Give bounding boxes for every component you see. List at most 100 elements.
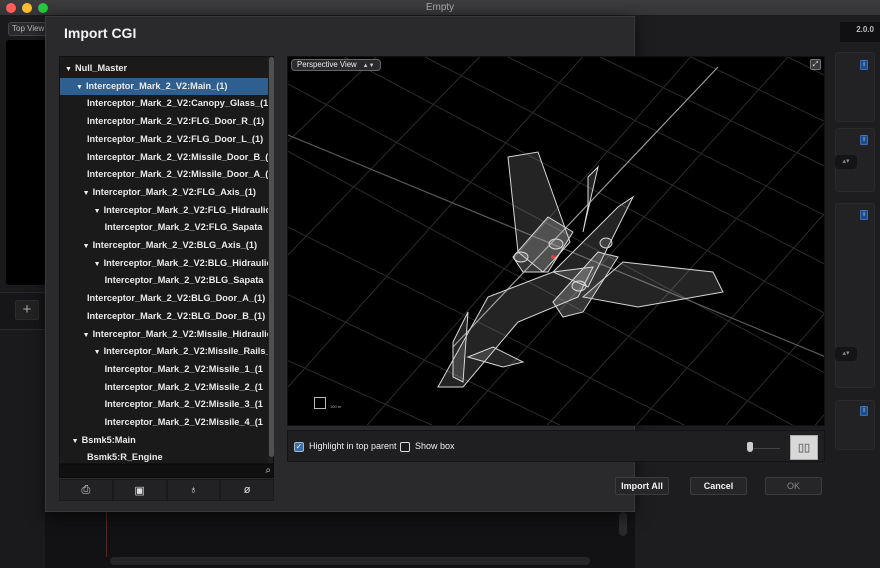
camera-filter-button[interactable]: ⎙: [59, 479, 113, 501]
tree-item[interactable]: Interceptor_Mark_2_V2:Canopy_Glass_(1: [60, 95, 268, 113]
info-icon[interactable]: i: [860, 135, 868, 145]
tree-item[interactable]: ▼ Interceptor_Mark_2_V2:Main_(1): [60, 77, 268, 96]
tree-item-label: Interceptor_Mark_2_V2:Missile_3_(1: [104, 399, 263, 410]
scene-tree[interactable]: ▼ Null_Master ▼ Interceptor_Mark_2_V2:Main_…: [59, 56, 274, 464]
null-filter-button[interactable]: ø: [220, 479, 274, 501]
property-panel: [835, 400, 875, 450]
tree-item-label: Interceptor_Mark_2_V2:FLG_Hidraulic_: [103, 204, 268, 215]
import-cgi-dialog: Import CGI ▼ Null_Master ▼ Interceptor_Mark…: [45, 16, 825, 512]
tree-item[interactable]: ▼ Interceptor_Mark_2_V2:BLG_Axis_(1): [60, 237, 268, 255]
disclosure-triangle-icon[interactable]: ▼: [83, 327, 93, 344]
window-title: Empty: [425, 2, 455, 13]
tree-item-label: Interceptor_Mark_2_V2:Missile_Hidraulics: [92, 328, 268, 339]
tree-item-label: Interceptor_Mark_2_V2:FLG_Door_R_(1): [87, 116, 265, 127]
tree-item-label: Bsmk5:R_Engine: [87, 452, 163, 463]
null-icon: ø: [243, 484, 251, 496]
stepper-control[interactable]: ▴▾: [835, 347, 857, 361]
tree-item-label: Interceptor_Mark_2_V2:Missile_1_(1: [104, 363, 263, 374]
preview-options-bar: ✓ Highlight in top parent Show box ▯▯: [287, 430, 825, 462]
background-viewer: [6, 40, 46, 285]
tree-item[interactable]: ▼ Interceptor_Mark_2_V2:FLG_Axis_(1): [60, 184, 268, 202]
tree-item[interactable]: ▼ Null_Master: [60, 60, 268, 78]
timeline-scrollbar[interactable]: [110, 557, 590, 565]
scale-label: 100 m: [330, 404, 342, 409]
tree-item[interactable]: Interceptor_Mark_2_V2:BLG_Sapata: [60, 272, 268, 290]
preview-slider-thumb[interactable]: [747, 442, 753, 452]
search-icon[interactable]: ⌕: [265, 465, 271, 476]
tree-item[interactable]: Interceptor_Mark_2_V2:Missile_Door_A_(: [60, 166, 268, 184]
version-label: 2.0.0: [840, 22, 880, 42]
tree-item-label: Null_Master: [75, 63, 128, 73]
tree-item[interactable]: Interceptor_Mark_2_V2:FLG_Sapata: [60, 219, 268, 237]
tree-item[interactable]: ▼ Bsmk5:Main: [60, 432, 268, 450]
disclosure-triangle-icon[interactable]: ▼: [83, 238, 93, 255]
tree-item[interactable]: Interceptor_Mark_2_V2:BLG_Door_B_(1): [60, 308, 268, 326]
tree-item[interactable]: ▼ Interceptor_Mark_2_V2:Missile_Hidraulic…: [60, 326, 268, 344]
pivot-marker: [551, 255, 555, 259]
disclosure-triangle-icon[interactable]: ▼: [94, 256, 104, 273]
tree-item-label: Interceptor_Mark_2_V2:Canopy_Glass_(1: [87, 98, 268, 109]
tree-item[interactable]: Interceptor_Mark_2_V2:FLG_Door_R_(1): [60, 113, 268, 131]
wireframe-preview: [288, 57, 824, 425]
tree-item[interactable]: ▼ Interceptor_Mark_2_V2:BLG_Hidraulic: [60, 255, 268, 273]
light-filter-button[interactable]: ♁: [166, 479, 221, 501]
updown-chevron-icon: ▲▼: [362, 63, 375, 69]
expand-icon[interactable]: ⤢: [810, 59, 821, 70]
show-box-label: Show box: [415, 441, 455, 451]
scale-reference-icon: [314, 397, 326, 409]
info-icon[interactable]: i: [860, 210, 868, 220]
tree-item[interactable]: ▼ Interceptor_Mark_2_V2:Missile_Rails_(: [60, 343, 268, 361]
cube-icon: ▣: [134, 484, 145, 497]
top-view-selector[interactable]: Top View: [8, 22, 48, 36]
tree-item-label: Interceptor_Mark_2_V2:Missile_4_(1: [104, 417, 263, 427]
tree-item-label: Interceptor_Mark_2_V2:FLG_Axis_(1): [92, 186, 256, 197]
object-type-toolbar: ⎙ ▣ ♁ ø: [59, 479, 274, 501]
tree-item-label: Interceptor_Mark_2_V2:BLG_Door_B_(1): [87, 310, 266, 321]
tree-item[interactable]: Interceptor_Mark_2_V2:BLG_Door_A_(1): [60, 290, 268, 308]
import-all-button[interactable]: Import All: [615, 477, 669, 495]
stepper-control[interactable]: ▴▾: [835, 155, 857, 169]
tree-item-label: Interceptor_Mark_2_V2:Missile_Rails_(: [103, 346, 268, 357]
disclosure-triangle-icon[interactable]: ▼: [72, 433, 82, 450]
tree-item[interactable]: Interceptor_Mark_2_V2:Missile_4_(1: [60, 414, 268, 432]
disclosure-triangle-icon[interactable]: ▼: [83, 185, 93, 202]
tree-item[interactable]: Interceptor_Mark_2_V2:Missile_Door_B_(: [60, 149, 268, 167]
ok-button[interactable]: OK: [765, 477, 822, 495]
camera-icon: ⎙: [81, 483, 91, 496]
tree-item-label: Interceptor_Mark_2_V2:BLG_Axis_(1): [92, 240, 258, 250]
light-icon: ♁: [189, 484, 198, 496]
tree-item-label: Interceptor_Mark_2_V2:Missile_Door_A_(: [87, 169, 268, 180]
highlight-label: Highlight in top parent: [309, 441, 397, 451]
pause-button[interactable]: ▯▯: [790, 435, 818, 460]
tree-item[interactable]: Interceptor_Mark_2_V2:Missile_2_(1: [60, 379, 268, 397]
tree-item-label: Interceptor_Mark_2_V2:BLG_Door_A_(1): [87, 293, 266, 304]
tree-scrollbar-thumb[interactable]: [269, 57, 274, 457]
disclosure-triangle-icon[interactable]: ▼: [94, 203, 104, 220]
disclosure-triangle-icon[interactable]: ▼: [65, 61, 75, 78]
info-icon[interactable]: i: [860, 60, 868, 70]
timeline-vscrollbar[interactable]: [619, 512, 627, 536]
tree-search-bar[interactable]: ⌕: [59, 464, 274, 478]
tree-item[interactable]: Bsmk5:R_Engine: [60, 449, 268, 463]
tree-item[interactable]: ▼ Interceptor_Mark_2_V2:FLG_Hidraulic_: [60, 202, 268, 220]
highlight-checkbox[interactable]: ✓: [294, 442, 304, 452]
tree-item[interactable]: Interceptor_Mark_2_V2:Missile_3_(1: [60, 396, 268, 414]
tree-item-label: Interceptor_Mark_2_V2:Missile_Door_B_(: [87, 151, 268, 162]
show-box-checkbox[interactable]: [400, 442, 410, 452]
property-panel: [835, 52, 875, 122]
tree-item-label: Interceptor_Mark_2_V2:BLG_Sapata: [104, 275, 264, 286]
tree-item-label: Interceptor_Mark_2_V2:FLG_Door_L_(1): [87, 133, 264, 144]
info-icon[interactable]: i: [860, 406, 868, 416]
tree-item-label: Interceptor_Mark_2_V2:FLG_Sapata: [104, 222, 263, 233]
disclosure-triangle-icon[interactable]: ▼: [76, 79, 86, 96]
cancel-button[interactable]: Cancel: [690, 477, 747, 495]
mesh-filter-button[interactable]: ▣: [112, 479, 167, 501]
timeline-cursor: [106, 512, 107, 557]
tree-item[interactable]: Interceptor_Mark_2_V2:FLG_Door_L_(1): [60, 131, 268, 149]
disclosure-triangle-icon[interactable]: ▼: [94, 344, 104, 361]
add-button[interactable]: +: [15, 300, 39, 320]
tree-item-label: Interceptor_Mark_2_V2:BLG_Hidraulic: [103, 257, 268, 268]
preview-viewport[interactable]: Perspective View ▲▼ ⤢ 100 m: [287, 56, 825, 426]
tree-item[interactable]: Interceptor_Mark_2_V2:Missile_1_(1: [60, 361, 268, 379]
view-mode-select[interactable]: Perspective View ▲▼: [291, 59, 381, 71]
